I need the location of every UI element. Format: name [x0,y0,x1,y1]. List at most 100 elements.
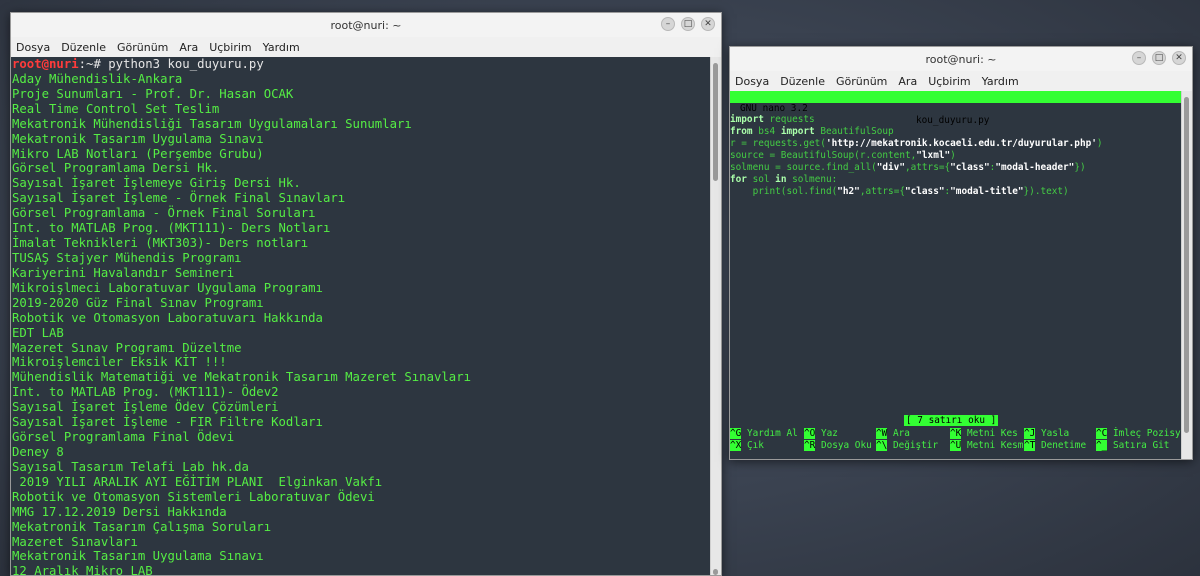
nano-editor[interactable]: GNU nano 3.2 kou_duyuru.py import reques… [730,91,1182,459]
code-token: "div" [876,162,905,173]
left-window-title: root@nuri: ~ [330,18,402,32]
code-token: BeautifulSoup [814,126,894,137]
output-line: İmalat Teknikleri (MKT303)- Ders notları [12,236,309,251]
menu-ara[interactable]: Ara [897,75,918,88]
right-scrollbar[interactable] [1181,91,1192,459]
code-token: print(sol.find( [730,186,838,197]
shortcut-item[interactable]: ^C İmleç Pozisy [1096,428,1181,440]
output-line: Mekatronik Tasarım Çalışma Soruları [12,519,272,534]
minimize-icon[interactable]: – [1132,51,1146,65]
shortcut-item[interactable]: ^J Yasla [1024,428,1069,440]
output-line: Mikroişlemciler Eksik KİT !!! [12,355,227,370]
output-line: Mekatronik Tasarım Uygulama Sınavı [12,131,264,146]
code-token: requests [763,114,815,125]
shortcut-item[interactable]: ^R Dosya Oku [804,440,872,452]
menu-yardim[interactable]: Yardım [981,75,1020,88]
shortcut-item[interactable]: ^W Ara [876,428,910,440]
code-token: from [730,126,753,137]
code-line: import requests [730,114,1182,126]
code-token: ,attrs={ [904,162,951,173]
output-line: Deney 8 [12,444,64,459]
shortcut-item[interactable]: ^\ Değiştir [876,440,938,452]
shortcut-key: ^X [730,440,742,451]
shortcut-label: Dosya Oku [815,440,872,451]
code-token: }) [1074,162,1086,173]
output-line: MMG 17.12.2019 Dersi Hakkında [12,504,227,519]
code-line: source = BeautifulSoup(r.content,"lxml") [730,150,1182,162]
shortcut-item[interactable]: ^_ Satıra Git [1096,440,1169,452]
code-token: "h2" [837,186,860,197]
maximize-icon[interactable]: □ [681,17,695,31]
left-titlebar[interactable]: root@nuri: ~ – □ ✕ [11,13,721,37]
shortcut-label: Ara [887,428,910,439]
minimize-icon[interactable]: – [661,17,675,31]
left-scrollbar-end[interactable] [713,569,718,575]
output-line: Sayısal İşaret İşleme Ödev Çözümleri [12,400,279,415]
output-line: Robotik ve Otomasyon Sistemleri Laboratu… [12,489,375,504]
menu-ucbirim[interactable]: Uçbirim [208,41,252,54]
left-scrollbar[interactable] [710,57,721,575]
menu-ara[interactable]: Ara [178,41,199,54]
code-token: "modal-header" [995,162,1075,173]
output-line: 2019 YILI ARALIK AYI EĞİTİM PLANI Elgink… [12,474,383,489]
menu-ucbirim[interactable]: Uçbirim [927,75,971,88]
code-line: solmenu = source.find_all("div",attrs={"… [730,162,1182,174]
menu-gorunum[interactable]: Görünüm [835,75,888,88]
output-line: Real Time Control Set Teslim [12,101,220,116]
code-token: "lxml" [916,150,951,161]
output-line: Görsel Programlama Final Ödevi [12,430,235,445]
shortcut-item[interactable]: ^G Yardım Al [730,428,798,440]
shortcut-label: Metni Kes [961,428,1018,439]
shortcut-label: Denetime [1035,440,1087,451]
code-token: import [780,126,815,137]
shortcut-label: Yasla [1035,428,1070,439]
menu-dosya[interactable]: Dosya [15,41,51,54]
output-line: Görsel Programlama - Örnek Final Sorular… [12,206,316,221]
menu-gorunum[interactable]: Görünüm [116,41,169,54]
menu-duzenle[interactable]: Düzenle [60,41,107,54]
menu-duzenle[interactable]: Düzenle [779,75,826,88]
code-token: in [775,174,787,185]
code-area[interactable]: import requests from bs4 import Beautiful… [730,114,1182,198]
output-line: Mühendislik Matematiği ve Mekatronik Tas… [12,370,472,385]
close-icon[interactable]: ✕ [1172,51,1186,65]
shortcut-label: Satıra Git [1107,440,1170,451]
code-token: sol [746,174,776,185]
prompt-user: root@nuri [12,57,79,71]
code-line: print(sol.find("h2",attrs={"class":"moda… [730,186,1182,198]
close-icon[interactable]: ✕ [701,17,715,31]
output-line: Sayısal İşaret İşleme - FIR Filtre Kodla… [12,415,323,430]
shortcut-key: ^U [950,440,962,451]
code-token: source = BeautifulSoup(r.content, [730,150,917,161]
left-menubar: Dosya Düzenle Görünüm Ara Uçbirim Yardım [11,37,721,57]
shortcut-item[interactable]: ^X Çık [730,440,764,452]
left-scrollbar-thumb[interactable] [713,63,718,181]
code-token: }).text) [1023,186,1069,197]
menu-dosya[interactable]: Dosya [734,75,770,88]
output-line: Sayısal Tasarım Telafi Lab hk.da [12,459,249,474]
code-token: for [730,174,747,185]
shortcut-key: ^G [730,428,742,439]
left-terminal-output[interactable]: root@nuri:~# python3 kou_duyuru.py Aday … [11,57,721,575]
shortcut-label: Yaz [815,428,838,439]
output-line: TUSAŞ Stajyer Mühendis Programı [12,250,242,265]
shortcut-item[interactable]: ^K Metni Kes [950,428,1018,440]
shortcut-item[interactable]: ^O Yaz [804,428,838,440]
menu-yardim[interactable]: Yardım [262,41,301,54]
right-titlebar[interactable]: root@nuri: ~ – □ ✕ [730,47,1192,71]
shortcut-key: ^O [804,428,816,439]
shortcut-item[interactable]: ^T Denetime [1024,440,1086,452]
output-line: Görsel Programlama Dersi Hk. [12,161,220,176]
shortcut-key: ^R [804,440,816,451]
maximize-icon[interactable]: □ [1152,51,1166,65]
shortcut-item[interactable]: ^U Metni Kesm [950,440,1023,452]
right-scrollbar-thumb[interactable] [1184,97,1189,433]
code-line: for sol in solmenu: [730,174,1182,186]
output-line: Mazeret Sınavları [12,534,138,549]
code-token: "class" [904,186,945,197]
prompt-command: :~# python3 kou_duyuru.py [78,57,264,71]
code-token: r = requests.get( [730,138,826,149]
shortcut-label: Çık [741,440,764,451]
code-token: ) [1096,138,1103,149]
output-line: Mazeret Sınav Programı Düzeltme [12,340,242,355]
